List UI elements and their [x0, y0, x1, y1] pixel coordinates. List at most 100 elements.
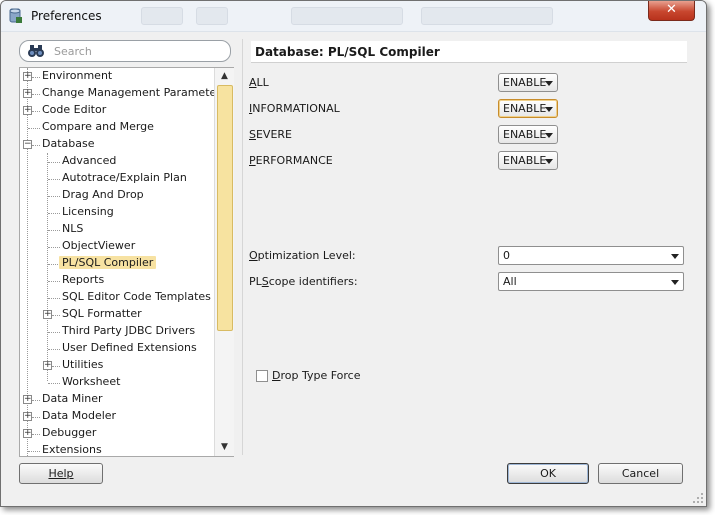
help-button-label: Help: [48, 467, 74, 480]
scroll-up-icon[interactable]: ▲: [218, 69, 231, 83]
tree-item-advanced[interactable]: Advanced: [20, 153, 214, 170]
optimization-level-label: Optimization Level:: [249, 249, 356, 262]
tree-item-sql-formatter[interactable]: + SQL Formatter: [20, 306, 214, 323]
ok-button[interactable]: OK: [507, 463, 589, 484]
tree-connector: [48, 383, 60, 384]
tree-item-objectviewer[interactable]: ObjectViewer: [20, 238, 214, 255]
tree-item-plsql-compiler[interactable]: PL/SQL Compiler: [20, 255, 214, 272]
tree-item-debugger[interactable]: + Debugger: [20, 425, 214, 442]
expand-icon[interactable]: +: [23, 429, 32, 438]
warning-performance-label: PERFORMANCE: [249, 154, 333, 167]
tree-item-database[interactable]: − Database: [20, 136, 214, 153]
tree-item-label: Change Management Parameters: [42, 86, 214, 99]
tree-item-label: Debugger: [42, 426, 97, 439]
tree-item-reports[interactable]: Reports: [20, 272, 214, 289]
select-value: ENABLE: [503, 154, 547, 167]
drop-type-force-checkbox[interactable]: [256, 370, 268, 382]
warning-severe-label: SEVERE: [249, 128, 293, 141]
tree-item-compare-merge[interactable]: Compare and Merge: [20, 119, 214, 136]
chevron-down-icon: [671, 254, 679, 259]
warning-informational-label: INFORMATIONAL: [249, 102, 340, 115]
tree-item-environment[interactable]: + Environment: [20, 68, 214, 85]
window-title: Preferences: [31, 9, 102, 23]
expand-icon[interactable]: +: [43, 361, 52, 370]
tree-item-utilities[interactable]: + Utilities: [20, 357, 214, 374]
cancel-button[interactable]: Cancel: [598, 463, 683, 484]
warning-severe-select[interactable]: ENABLE: [498, 125, 558, 144]
tree-connector: [48, 162, 60, 163]
chevron-down-icon: [545, 107, 553, 112]
expand-icon[interactable]: +: [23, 72, 32, 81]
tree-connector: [32, 417, 40, 418]
tree-connector: [32, 94, 40, 95]
preferences-dialog: Preferences ✕ + Environment: [0, 0, 707, 507]
tree-connector: [48, 179, 60, 180]
tree-item-change-management[interactable]: + Change Management Parameters: [20, 85, 214, 102]
tree-item-label: ObjectViewer: [62, 239, 136, 252]
tree-connector: [32, 145, 40, 146]
tree-item-label: Database: [42, 137, 95, 150]
tree-item-label: Code Editor: [42, 103, 107, 116]
close-button[interactable]: ✕: [648, 1, 695, 21]
tree-item-label: SQL Formatter: [62, 307, 142, 320]
select-value: 0: [503, 249, 510, 262]
warning-performance-select[interactable]: ENABLE: [498, 151, 558, 170]
tree-item-extensions[interactable]: Extensions: [20, 442, 214, 456]
tree-item-label: Autotrace/Explain Plan: [62, 171, 187, 184]
tree-connector: [28, 128, 40, 129]
collapse-icon[interactable]: −: [23, 140, 32, 149]
tree-connector: [48, 349, 60, 350]
expand-icon[interactable]: +: [23, 89, 32, 98]
tree-item-worksheet[interactable]: Worksheet: [20, 374, 214, 391]
app-icon: [9, 8, 22, 23]
drop-type-force-label[interactable]: Drop Type Force: [272, 369, 361, 382]
tree-connector: [32, 77, 40, 78]
search-box: [19, 40, 231, 62]
tree-item-label: Data Miner: [42, 392, 103, 405]
page-title: Database: PL/SQL Compiler: [251, 41, 687, 63]
optimization-level-select[interactable]: 0: [498, 246, 684, 265]
tree-connector: [32, 400, 40, 401]
warning-all-select[interactable]: ENABLE: [498, 73, 558, 92]
select-value: All: [503, 275, 517, 288]
tree-item-drag-and-drop[interactable]: Drag And Drop: [20, 187, 214, 204]
tree-item-code-editor[interactable]: + Code Editor: [20, 102, 214, 119]
plscope-identifiers-select[interactable]: All: [498, 272, 684, 291]
search-input[interactable]: [52, 43, 226, 60]
tree-item-sql-editor-templates[interactable]: SQL Editor Code Templates: [20, 289, 214, 306]
tree-connector: [32, 111, 40, 112]
resize-grip-icon[interactable]: [692, 492, 704, 504]
tree-connector: [48, 247, 60, 248]
preferences-tree-panel: + Environment + Change Management Parame…: [19, 67, 234, 457]
tree-item-label: Data Modeler: [42, 409, 117, 422]
tree-item-label: Compare and Merge: [42, 120, 154, 133]
tree-item-label: User Defined Extensions: [62, 341, 197, 354]
tree-connector: [32, 434, 40, 435]
expand-icon[interactable]: +: [23, 395, 32, 404]
expand-icon[interactable]: +: [43, 310, 52, 319]
tree-item-autotrace[interactable]: Autotrace/Explain Plan: [20, 170, 214, 187]
warning-informational-select[interactable]: ENABLE: [498, 99, 558, 118]
tree-connector: [28, 451, 40, 452]
tree-item-licensing[interactable]: Licensing: [20, 204, 214, 221]
tree-item-label: Extensions: [42, 443, 102, 456]
background-blur: [421, 7, 553, 25]
tree-connector: [52, 366, 60, 367]
tree-scrollbar[interactable]: ▲ ▼: [214, 68, 234, 456]
help-button[interactable]: Help: [19, 463, 103, 484]
tree-item-data-modeler[interactable]: + Data Modeler: [20, 408, 214, 425]
tree-item-jdbc-drivers[interactable]: Third Party JDBC Drivers: [20, 323, 214, 340]
tree-connector: [48, 332, 60, 333]
select-value: ENABLE: [503, 76, 547, 89]
tree-item-user-extensions[interactable]: User Defined Extensions: [20, 340, 214, 357]
background-blur: [291, 7, 403, 25]
scroll-thumb[interactable]: [217, 85, 233, 331]
scroll-down-icon[interactable]: ▼: [218, 440, 231, 454]
tree-item-label: Worksheet: [62, 375, 121, 388]
tree-item-label: Drag And Drop: [62, 188, 144, 201]
tree-item-data-miner[interactable]: + Data Miner: [20, 391, 214, 408]
tree-item-nls[interactable]: NLS: [20, 221, 214, 238]
expand-icon[interactable]: +: [23, 412, 32, 421]
expand-icon[interactable]: +: [23, 106, 32, 115]
tree-item-label: Licensing: [62, 205, 114, 218]
